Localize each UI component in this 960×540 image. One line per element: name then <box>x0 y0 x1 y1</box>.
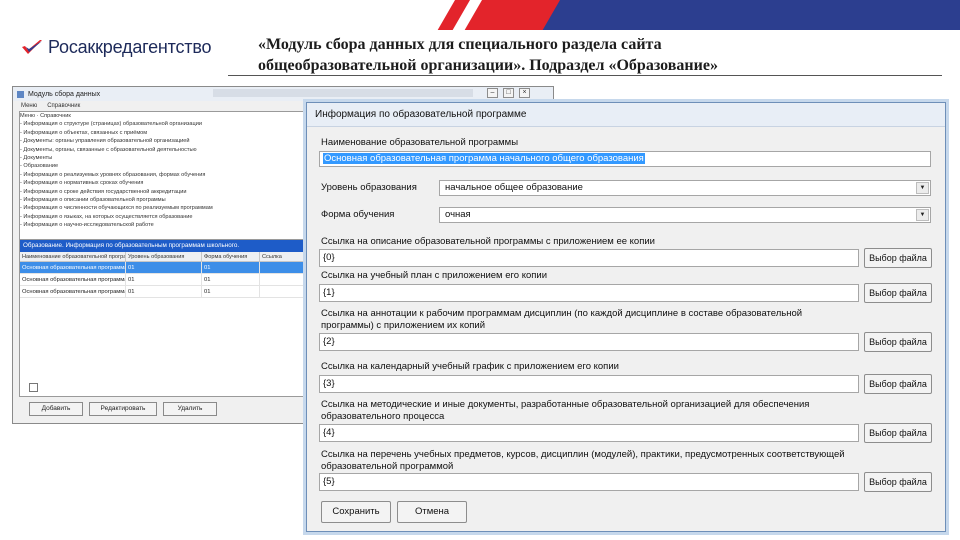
tree-item[interactable]: - Информация о реализуемых уровнях образ… <box>20 171 314 179</box>
app-icon <box>17 90 24 98</box>
grid-header: Наименование образовательной программы У… <box>20 252 314 262</box>
link-input[interactable]: {1} <box>319 284 859 302</box>
programs-grid: Образование. Информация по образовательн… <box>19 239 315 397</box>
pick-file-button[interactable]: Выбор файла <box>864 332 932 352</box>
link-label: Ссылка на аннотации к рабочим программам… <box>321 308 803 331</box>
chevron-down-icon[interactable]: ▼ <box>916 209 929 221</box>
tree-item[interactable]: Меню · Справочник <box>20 112 314 120</box>
close-icon[interactable]: × <box>519 88 530 98</box>
menu-item-main[interactable]: Меню <box>21 103 37 109</box>
header-band <box>0 0 960 30</box>
tree-item[interactable]: - Документы: органы управления образоват… <box>20 137 314 145</box>
link-label: Ссылка на учебный план с приложением его… <box>321 270 547 281</box>
education-level-label: Уровень образования <box>321 182 417 193</box>
tree-item[interactable]: - Документы <box>20 154 314 162</box>
grid-title: Образование. Информация по образовательн… <box>20 240 314 252</box>
edit-button[interactable]: Редактировать <box>89 402 157 416</box>
chevron-down-icon[interactable]: ▼ <box>916 182 929 194</box>
study-form-select[interactable]: очная ▼ <box>439 207 931 223</box>
logo: Росаккредагентство <box>20 34 212 60</box>
pick-file-button[interactable]: Выбор файла <box>864 472 932 492</box>
tree-item[interactable]: - Информация о нормативных сроках обучен… <box>20 179 314 187</box>
tree-item[interactable]: - Информация о сроке действия государств… <box>20 188 314 196</box>
program-name-value: Основная образовательная программа начал… <box>323 153 645 164</box>
module-window-title: Модуль сбора данных <box>28 90 101 98</box>
study-form-value: очная <box>445 209 471 220</box>
program-dialog: Информация по образовательной программе … <box>306 102 946 532</box>
tree-item[interactable]: - Информация о объектах, связанных с при… <box>20 129 314 137</box>
delete-button[interactable]: Удалить <box>163 402 217 416</box>
link-label: Ссылка на календарный учебный график с п… <box>321 361 619 372</box>
table-row[interactable]: Основная образовательная программа начал… <box>20 262 314 274</box>
link-input[interactable]: {0} <box>319 249 859 267</box>
pick-file-button[interactable]: Выбор файла <box>864 248 932 268</box>
checkmark-icon <box>20 37 44 57</box>
table-row[interactable]: Основная образовательная программа средн… <box>20 286 314 298</box>
study-form-label: Форма обучения <box>321 209 395 220</box>
link-label: Ссылка на перечень учебных предметов, ку… <box>321 449 845 472</box>
save-button[interactable]: Сохранить <box>321 501 391 523</box>
tree-item[interactable]: - Информация о численности обучающихся п… <box>20 204 314 212</box>
tree-item[interactable]: - Информация о научно-исследовательской … <box>20 221 314 229</box>
grid-column-header[interactable]: Уровень образования <box>126 252 202 261</box>
link-input[interactable]: {4} <box>319 424 859 442</box>
logo-text: Росаккредагентство <box>48 36 212 57</box>
program-name-label: Наименование образовательной программы <box>321 137 519 148</box>
tree-item[interactable]: - Информация о описании образовательной … <box>20 196 314 204</box>
pick-file-button[interactable]: Выбор файла <box>864 283 932 303</box>
slide-title-line-2: общеобразовательной организации». Подраз… <box>258 57 718 74</box>
grid-column-header[interactable]: Наименование образовательной программы <box>20 252 126 261</box>
slide-title-line-1: «Модуль сбора данных для специального ра… <box>258 36 662 53</box>
grid-column-header[interactable]: Форма обучения <box>202 252 260 261</box>
table-row[interactable]: Основная образовательная программа основ… <box>20 274 314 286</box>
pick-file-button[interactable]: Выбор файла <box>864 374 932 394</box>
dialog-title: Информация по образовательной программе <box>307 103 945 127</box>
education-level-value: начальное общее образование <box>445 182 583 193</box>
add-button[interactable]: Добавить <box>29 402 83 416</box>
tree-item[interactable]: - Информация о структуре (страницах) обр… <box>20 120 314 128</box>
maximize-icon[interactable]: □ <box>503 88 514 98</box>
link-label: Ссылка на описание образовательной прогр… <box>321 236 655 247</box>
tree-item[interactable]: - Информация о языках, на которых осущес… <box>20 213 314 221</box>
link-label: Ссылка на методические и иные документы,… <box>321 399 810 422</box>
pick-file-button[interactable]: Выбор файла <box>864 423 932 443</box>
link-input[interactable]: {5} <box>319 473 859 491</box>
education-level-select[interactable]: начальное общее образование ▼ <box>439 180 931 196</box>
link-input[interactable]: {3} <box>319 375 859 393</box>
checkbox[interactable] <box>29 383 38 392</box>
tree-item[interactable]: - Документы, органы, связанные с образов… <box>20 146 314 154</box>
link-input[interactable]: {2} <box>319 333 859 351</box>
slide-title: «Модуль сбора данных для специального ра… <box>258 34 948 76</box>
title-divider <box>228 75 942 76</box>
menu-item-reference[interactable]: Справочник <box>47 103 80 109</box>
minimize-icon[interactable]: – <box>487 88 498 98</box>
cancel-button[interactable]: Отмена <box>397 501 467 523</box>
tree-item[interactable]: - Образование <box>20 162 314 170</box>
program-name-input[interactable]: Основная образовательная программа начал… <box>319 151 931 167</box>
